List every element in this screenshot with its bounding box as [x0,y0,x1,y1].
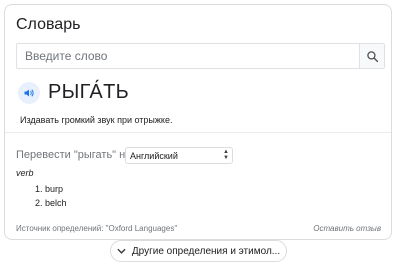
language-select-value: Английский [130,150,178,161]
language-select[interactable]: Английский ▲ ▼ [125,147,233,164]
speaker-icon [24,89,34,97]
search-button[interactable] [359,44,384,68]
search-box [16,43,385,69]
feedback-link[interactable]: Оставить отзыв [313,224,381,233]
more-definitions-button[interactable]: Другие определения и этимол... [110,240,287,262]
headword: РЫГА́ТЬ [48,81,130,103]
dictionary-title: Словарь [16,16,81,33]
search-input[interactable] [17,44,360,68]
section-divider [5,132,391,133]
definition-source: Источник определений: "Oxford Languages" [16,224,178,233]
part-of-speech: verb [16,168,34,178]
more-definitions-label: Другие определения и этимол... [131,245,281,257]
definition-text: Издавать громкий звук при отрыжке. [20,115,173,125]
translation-item: 2. belch [35,198,67,208]
chevron-down-icon [117,248,126,254]
translation-list: 1. burp 2. belch [35,182,67,210]
search-icon [366,50,378,62]
translate-label: Перевести "рыгать" на [16,149,132,161]
dictionary-card: Словарь РЫГА́ТЬ Издавать громкий звук пр… [4,4,392,240]
translation-item: 1. burp [35,184,64,194]
pronunciation-button[interactable] [18,82,40,104]
select-arrows-icon: ▲ ▼ [223,149,229,161]
